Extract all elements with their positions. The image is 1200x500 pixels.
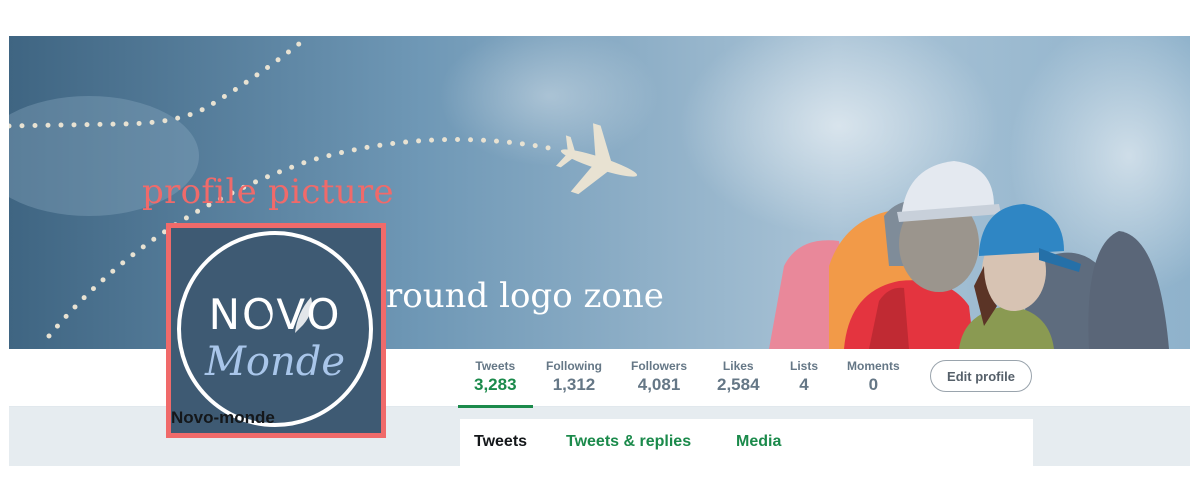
stat-label: Following [546,359,602,373]
stat-value: 3,283 [474,375,517,394]
stat-label: Tweets [475,359,516,373]
stat-value: 4 [799,375,809,394]
tab-media[interactable]: Media [736,433,781,451]
stat-lists[interactable]: Lists 4 [790,359,818,396]
stat-tweets[interactable]: Tweets 3,283 [458,359,532,408]
stat-moments[interactable]: Moments 0 [847,359,900,396]
logo-wordmark-bottom: Monde [204,339,346,385]
compass-icon [249,305,271,327]
avatar[interactable]: NOVO Monde [166,223,386,438]
stat-label: Likes [722,359,754,373]
annotation-profile-picture: profile picture [142,172,394,212]
stat-value: 4,081 [637,375,681,394]
edit-profile-button[interactable]: Edit profile [930,360,1032,392]
stat-label: Followers [631,359,688,373]
timeline-tabs: Tweets Tweets & replies Media [460,419,1033,466]
stat-value: 2,584 [717,375,760,394]
stat-label: Lists [790,359,819,373]
stat-value: 1,312 [552,375,596,394]
stat-likes[interactable]: Likes 2,584 [717,359,760,396]
profile-name[interactable]: Novo-monde [171,408,275,428]
feather-icon [295,297,312,333]
annotation-round-logo-zone: round logo zone [386,276,664,316]
tab-tweets[interactable]: Tweets [474,433,527,451]
stat-label: Moments [847,359,900,373]
stat-value: 0 [868,375,879,394]
tab-tweets-and-replies[interactable]: Tweets & replies [566,433,691,451]
stat-followers[interactable]: Followers 4,081 [631,359,687,396]
avatar-circle: NOVO Monde [177,231,373,427]
stat-following[interactable]: Following 1,312 [546,359,602,396]
